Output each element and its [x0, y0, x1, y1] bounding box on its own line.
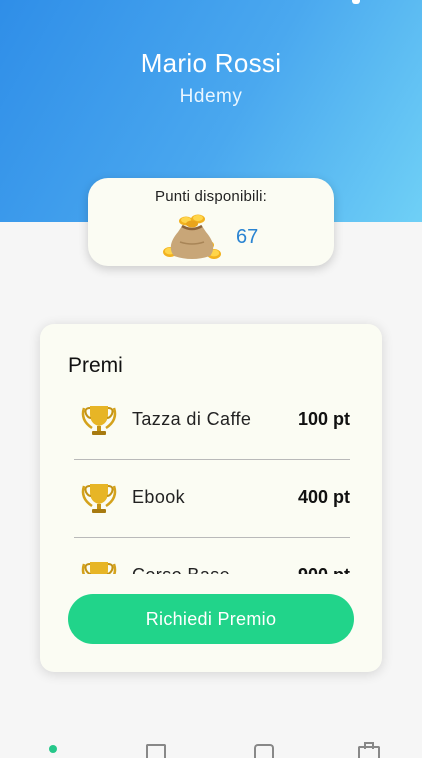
- reward-item-ebook[interactable]: Ebook 400 pt: [74, 460, 350, 538]
- user-organization: Hdemy: [179, 86, 243, 107]
- header-edge-icon: [352, 0, 360, 4]
- money-bag-icon: [163, 214, 221, 259]
- bottom-navigation: [0, 730, 422, 758]
- reward-name: Ebook: [132, 487, 186, 507]
- trophy-icon: [81, 484, 117, 513]
- home-dot-icon[interactable]: [46, 742, 68, 754]
- points-value: 67: [236, 226, 259, 248]
- reward-item-tazza-di-caffe[interactable]: Tazza di Caffe 100 pt: [74, 382, 350, 460]
- reward-name: Corso Base: [132, 565, 230, 574]
- points-label: Punti disponibili:: [155, 188, 267, 205]
- book-icon[interactable]: [146, 742, 168, 758]
- reward-name: Tazza di Caffe: [132, 409, 252, 429]
- rewards-title: Premi: [68, 354, 123, 377]
- rewards-card: Premi Tazza di Caffe 100 pt Ebook 400 pt…: [40, 324, 382, 672]
- reward-cost: 400 pt: [297, 487, 350, 507]
- trophy-icon: [81, 562, 117, 574]
- document-icon[interactable]: [254, 742, 276, 758]
- trophy-icon: [81, 406, 117, 435]
- reward-item-corso-base[interactable]: Corso Base 900 pt: [74, 538, 350, 574]
- points-card: Punti disponibili: 67: [88, 178, 334, 266]
- briefcase-icon[interactable]: [358, 742, 380, 758]
- reward-cost: 100 pt: [297, 409, 350, 429]
- request-reward-button[interactable]: Richiedi Premio: [68, 594, 354, 644]
- reward-cost: 900 pt: [298, 565, 350, 574]
- reward-list[interactable]: Tazza di Caffe 100 pt Ebook 400 pt: [40, 382, 382, 574]
- user-name: Mario Rossi: [140, 48, 282, 78]
